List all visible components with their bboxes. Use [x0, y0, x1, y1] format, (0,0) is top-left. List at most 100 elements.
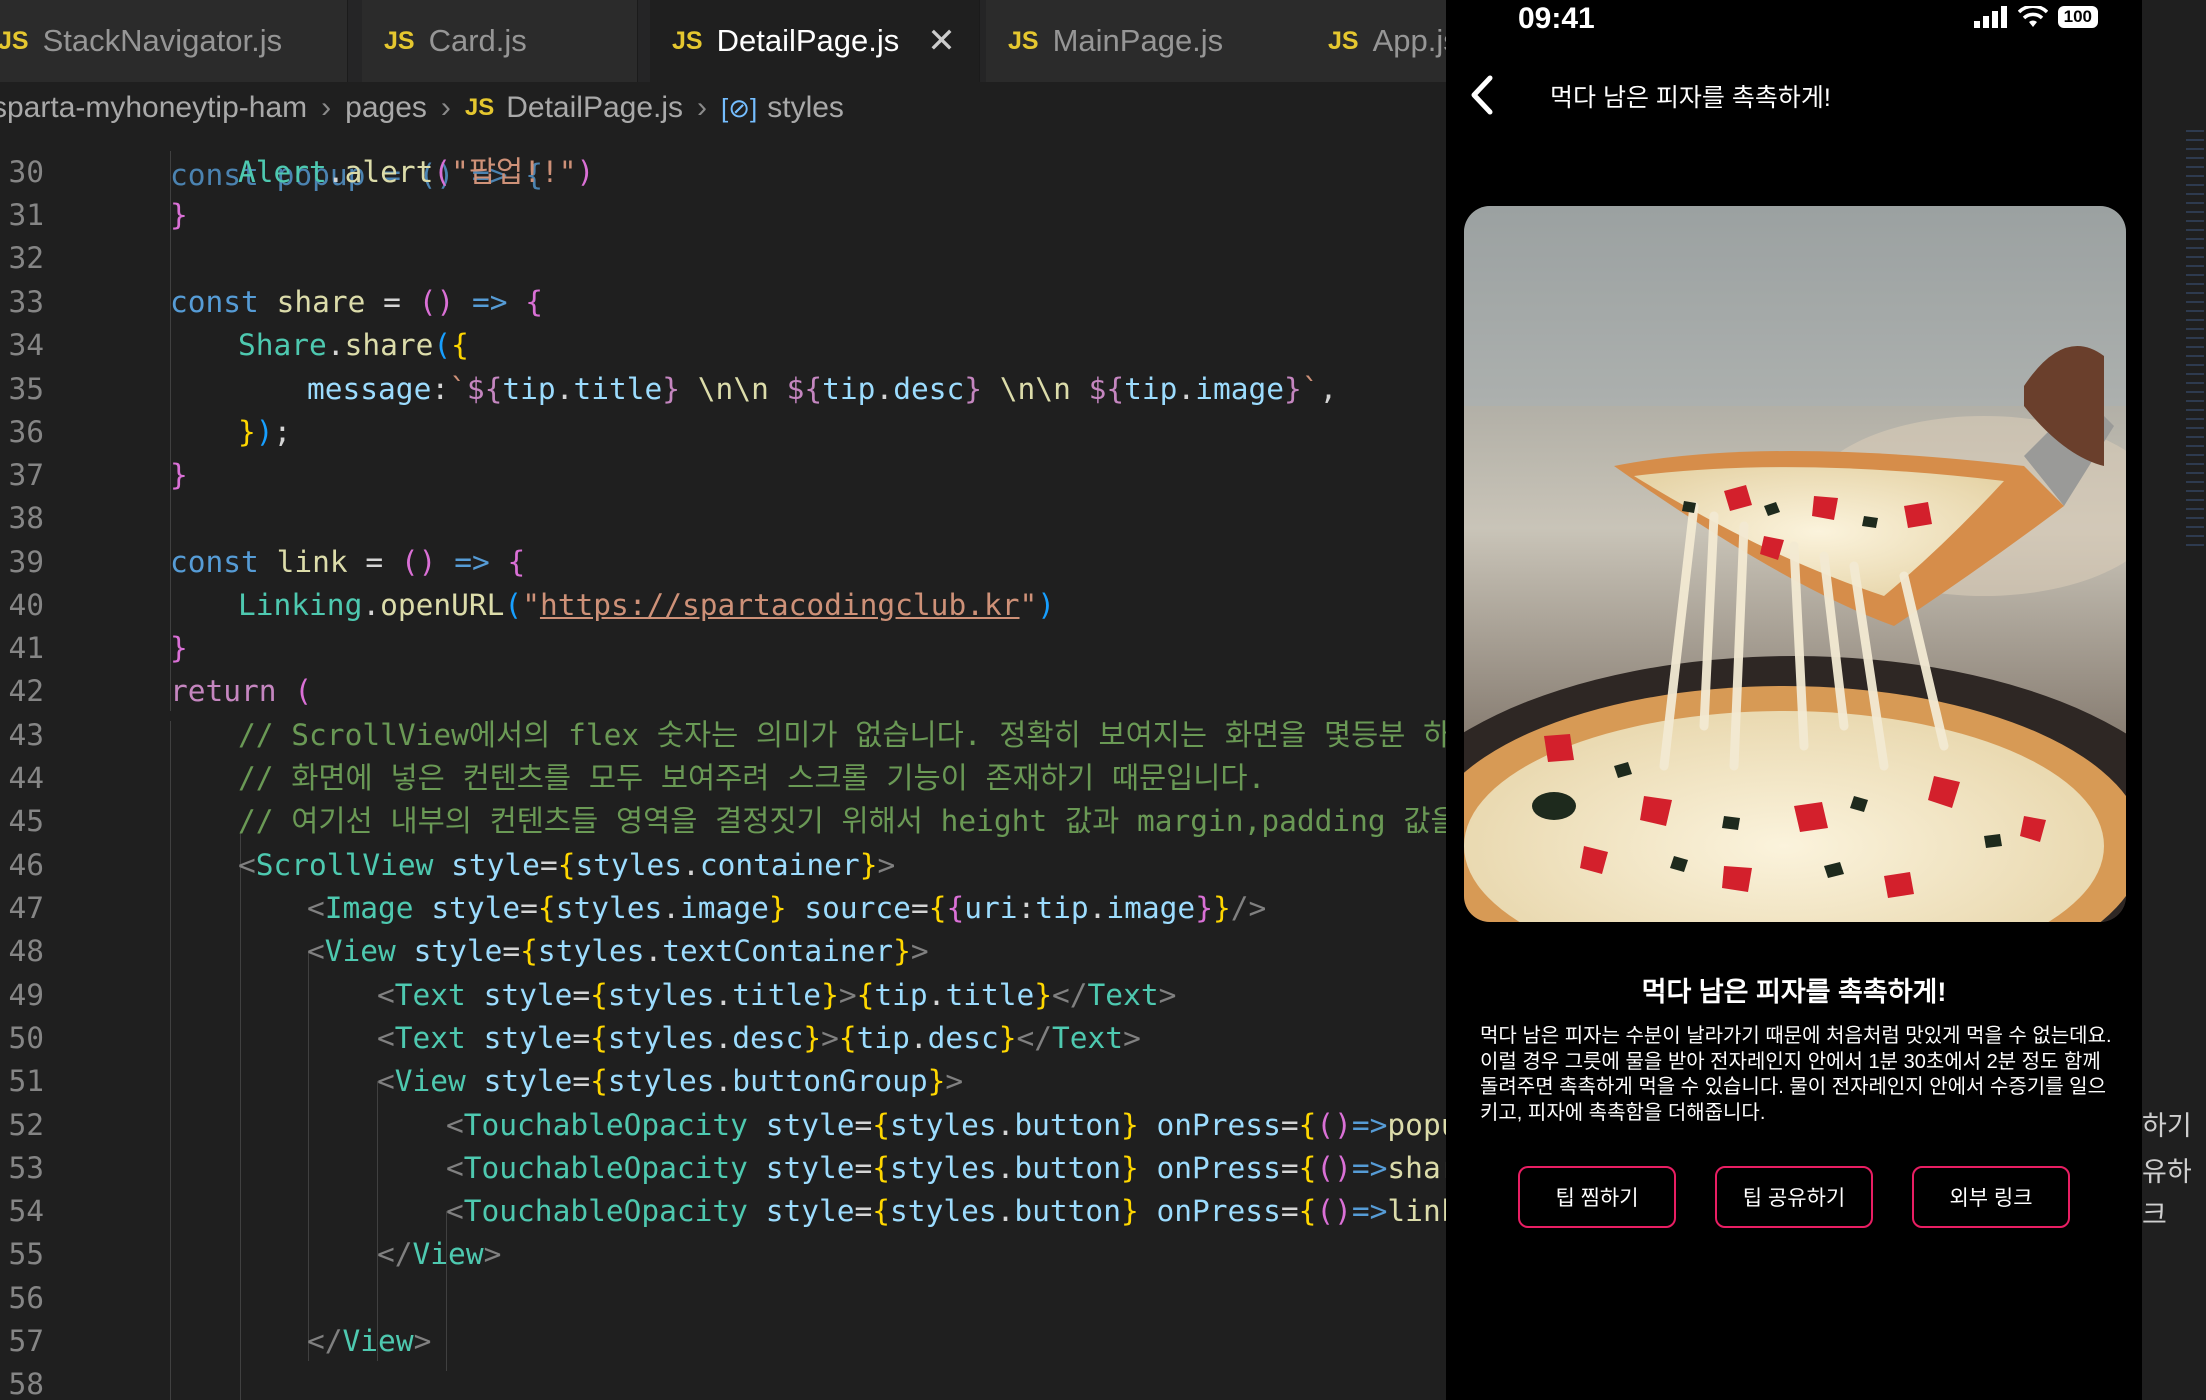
code-text: <TouchableOpacity style={styles.button} … [446, 1108, 1446, 1142]
partial-text: 하기 [2142, 1111, 2192, 1141]
tab-card[interactable]: JS Card.js [362, 0, 638, 82]
line-number: 44 [8, 761, 44, 795]
tip-description: 먹다 남은 피자는 수분이 날라가기 때문에 처음처럼 맛있게 먹을 수 없는데… [1480, 1025, 2112, 1124]
code-line: 33 const share = () => { [0, 281, 1446, 324]
status-icons: 100 [1973, 6, 2098, 28]
code-text: <Text style={styles.desc}>{tip.desc}</Te… [377, 1021, 1141, 1055]
battery-icon: 100 [2057, 6, 2098, 28]
tip-title: 먹다 남은 피자를 촉촉하게! [1641, 977, 1947, 1007]
share-tip-button[interactable]: 팁 공유하기 [1715, 1166, 1873, 1228]
code-text: }); [238, 415, 292, 449]
line-number: 50 [8, 1021, 44, 1055]
line-number: 31 [8, 198, 44, 232]
code-line: 42 return ( [0, 670, 1446, 713]
code-text: <TouchableOpacity style={styles.button} … [446, 1194, 1446, 1228]
code-editor: JS StackNavigator.js JS Card.js JS Detai… [0, 0, 1446, 1400]
code-text: <TouchableOpacity style={styles.button} … [446, 1151, 1446, 1185]
tab-mainpage[interactable]: JS MainPage.js [986, 0, 1308, 82]
code-text: Linking.openURL("https://spartacodingclu… [238, 588, 1056, 622]
line-number: 48 [8, 934, 44, 968]
code-text: <View style={styles.textContainer}> [307, 934, 929, 968]
line-number: 39 [8, 545, 44, 579]
tab-stacknavigator[interactable]: JS StackNavigator.js [0, 0, 348, 82]
tab-label: App.js [1372, 23, 1446, 58]
line-number: 42 [8, 674, 44, 708]
code-line: 35 message:`${tip.title} \n\n ${tip.desc}… [0, 368, 1446, 411]
code-line: 48 <View style={styles.textContainer}> [0, 930, 1446, 973]
code-line: 52 <TouchableOpacity style={styles.button… [0, 1104, 1446, 1147]
line-number: 47 [8, 891, 44, 925]
screen: JS StackNavigator.js JS Card.js JS Detai… [0, 0, 2206, 1400]
js-file-icon: JS [1328, 26, 1359, 55]
line-number: 34 [8, 328, 44, 362]
partial-text: 유하 [2142, 1157, 2192, 1187]
line-number: 57 [8, 1324, 44, 1358]
code-line: 57 </View> [0, 1320, 1446, 1363]
nav-title: 먹다 남은 피자를 촉촉하게! [1550, 84, 1831, 112]
code-line: 47 <Image style={styles.image} source={{u… [0, 887, 1446, 930]
tab-label: Card.js [428, 23, 527, 58]
line-number: 54 [8, 1194, 44, 1228]
back-arrow-icon[interactable] [1458, 70, 1508, 120]
line-number: 58 [8, 1367, 44, 1400]
line-number: 53 [8, 1151, 44, 1185]
code-text: <Text style={styles.title}>{tip.title}</… [377, 978, 1177, 1012]
code-line: 34 Share.share({ [0, 324, 1446, 367]
line-number: 38 [8, 501, 44, 535]
external-link-button[interactable]: 외부 링크 [1912, 1166, 2070, 1228]
code-text: } [170, 458, 188, 492]
tab-label: DetailPage.js [716, 23, 900, 58]
signal-icon [1973, 6, 2007, 28]
line-number: 52 [8, 1108, 44, 1142]
status-time: 09:41 [1518, 2, 1595, 35]
code-line: 39 const link = () => { [0, 541, 1446, 584]
tab-label: MainPage.js [1052, 23, 1224, 58]
code-text: Alert.alert("팝업!!") [238, 155, 595, 189]
wifi-icon [2017, 6, 2048, 27]
phone-simulator: 09:41 100 먹다 남은 피자를 촉촉하게! 먹다 남은 피자를 촉촉하게… [1446, 0, 2142, 1400]
code-area[interactable]: const popup = () => { 30 Alert.alert("팝업!… [0, 131, 1446, 1400]
code-line: 44 // 화면에 넣은 컨텐츠를 모두 보여주려 스크롤 기능이 존재하기 때문… [0, 757, 1446, 800]
tab-label: StackNavigator.js [42, 23, 283, 58]
code-line: 37} [0, 454, 1446, 497]
code-line: 36}); [0, 411, 1446, 454]
pizza-illustration [1464, 206, 2126, 922]
code-text: const share = () => { [170, 285, 544, 319]
code-text: const link = () => { [170, 545, 526, 579]
line-number: 46 [8, 848, 44, 882]
line-number: 33 [8, 285, 44, 319]
code-text: } [170, 631, 188, 665]
partial-editor-panel: 하기 유하 크 [2142, 0, 2206, 1400]
partial-text: 크 [2142, 1200, 2167, 1230]
line-number: 30 [8, 155, 44, 189]
line-number: 49 [8, 978, 44, 1012]
code-line-partial: const popup = () => { [0, 111, 1446, 192]
line-number: 51 [8, 1064, 44, 1098]
code-line: 30 Alert.alert("팝업!!") [0, 151, 1446, 194]
line-number: 32 [8, 241, 44, 275]
minimap [2186, 130, 2204, 550]
save-tip-button[interactable]: 팁 찜하기 [1518, 1166, 1676, 1228]
code-line: 56 [0, 1277, 1446, 1320]
tab-app[interactable]: JS App.js [1306, 0, 1446, 82]
line-number: 41 [8, 631, 44, 665]
code-line: 31} [0, 194, 1446, 237]
js-file-icon: JS [384, 26, 415, 55]
tip-image [1464, 206, 2126, 922]
code-line: 46 <ScrollView style={styles.container}> [0, 844, 1446, 887]
code-comment: // 여기선 내부의 컨텐츠들 영역을 결정짓기 위해서 height 값과 m… [238, 804, 1446, 838]
line-number: 55 [8, 1237, 44, 1271]
code-comment: // ScrollView에서의 flex 숫자는 의미가 없습니다. 정확히 … [238, 718, 1446, 752]
code-text: return ( [170, 674, 313, 708]
code-line: 54 <TouchableOpacity style={styles.button… [0, 1190, 1446, 1233]
code-comment: // 화면에 넣은 컨텐츠를 모두 보여주려 스크롤 기능이 존재하기 때문입니… [238, 761, 1266, 795]
code-text: <ScrollView style={styles.container}> [238, 848, 896, 882]
code-line: 41} [0, 627, 1446, 670]
code-line: 50 <Text style={styles.desc}>{tip.desc}</… [0, 1017, 1446, 1060]
close-icon[interactable]: ✕ [927, 21, 956, 61]
code-line: 43 // ScrollView에서의 flex 숫자는 의미가 없습니다. 정확… [0, 714, 1446, 757]
tab-detailpage[interactable]: JS DetailPage.js ✕ [650, 0, 980, 82]
code-line: 53 <TouchableOpacity style={styles.button… [0, 1147, 1446, 1190]
code-text: message:`${tip.title} \n\n ${tip.desc} \… [307, 372, 1338, 406]
js-file-icon: JS [672, 26, 703, 55]
